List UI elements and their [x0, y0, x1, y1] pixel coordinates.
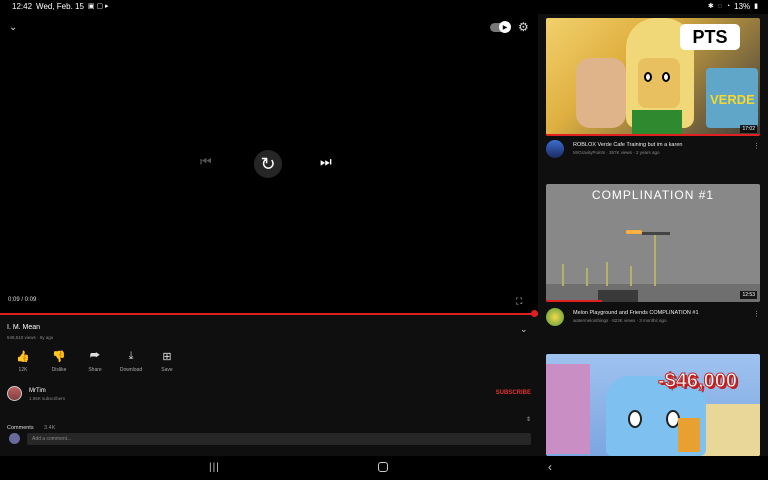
comments-label: Comments: [7, 425, 34, 431]
video-meta: MrGravityPoints · 357K views · 2 years a…: [573, 150, 660, 155]
thumbnail-figure: [562, 264, 564, 286]
user-avatar: [9, 433, 20, 444]
action-label: Dislike: [51, 367, 67, 373]
thumbnail-figure: [654, 234, 656, 286]
system-nav-bar: ||| ‹: [0, 456, 768, 480]
thumbnail-character: [678, 418, 700, 452]
thumbnail-face: [638, 58, 680, 108]
thumbnail-figure: [606, 262, 608, 286]
more-options-icon[interactable]: ⋮: [753, 310, 760, 318]
scrubber-handle[interactable]: [531, 310, 538, 317]
thumbnail-shirt: [632, 110, 682, 136]
thumbnail-pad: [598, 290, 638, 302]
share-icon: ⮫: [89, 350, 101, 362]
bluetooth-icon: ✱: [707, 2, 714, 10]
expand-description-chevron-icon[interactable]: ⌄: [520, 324, 528, 335]
action-label: Download: [119, 367, 143, 373]
action-bar: 👍 12K 👎 Dislike ⮫ Share ⤓ Download ⊞ Save: [5, 350, 185, 373]
action-label: Share: [88, 367, 102, 373]
progress-bar[interactable]: [0, 310, 538, 317]
thumbs-down-button[interactable]: 👎 Dislike: [41, 350, 77, 373]
avatar[interactable]: [7, 386, 22, 401]
thumbnail-hand: [576, 58, 626, 128]
thumbnail-gun: [642, 232, 670, 235]
autoplay-toggle[interactable]: ▶: [490, 21, 511, 33]
mute-icon: ◌: [717, 2, 722, 10]
watched-progress: [546, 300, 602, 302]
thumbnail-eye: [644, 72, 652, 82]
share-button[interactable]: ⮫ Share: [77, 350, 113, 373]
video-title[interactable]: Melon Playground and Friends COMPLINATIO…: [573, 310, 699, 316]
notification-icons: ▣ ▢ ▸: [87, 2, 109, 10]
thumbnail-figure: [586, 268, 588, 286]
channel-avatar[interactable]: [546, 140, 564, 158]
thumbnail-text: -$46,000: [658, 370, 738, 393]
save-icon: ⊞: [162, 351, 172, 363]
duration-badge: 12:53: [740, 291, 757, 299]
channel-row[interactable]: MrTim 1.96K subscribers SUBSCRIBE: [7, 386, 531, 404]
back-icon[interactable]: ‹: [548, 460, 552, 474]
video-info[interactable]: ROBLOX Verde Cafe Training but im a kare…: [546, 140, 760, 160]
expand-icon[interactable]: ⇕: [526, 416, 531, 423]
video-meta: watermelonthings · 823K views · 3 months…: [573, 318, 667, 323]
thumbnail-eye: [662, 72, 670, 82]
comments-count: 3.4K: [44, 425, 56, 431]
replay-icon: ↻: [260, 153, 276, 174]
thumbnail-text: PTS: [680, 24, 740, 50]
previous-icon[interactable]: ⏮: [200, 154, 212, 170]
thumbnail-building: [546, 364, 590, 454]
thumbnail-sign-text: VERDE: [710, 92, 755, 107]
thumbs-up-icon: 👍: [16, 351, 30, 363]
thumbs-up-button[interactable]: 👍 12K: [5, 350, 41, 373]
battery-level: 13%: [734, 2, 751, 11]
video-title[interactable]: I. M. Mean: [7, 324, 40, 331]
thumbs-down-icon: 👎: [52, 351, 66, 363]
timecode: 0:09 / 0:09: [8, 297, 37, 303]
home-icon[interactable]: [378, 462, 388, 472]
thumbnail-figure: [630, 266, 632, 286]
thumbnail-text: COMPLINATION #1: [591, 188, 715, 202]
duration-badge: 17:02: [740, 125, 757, 133]
thumbnail-sign: VERDE: [706, 68, 758, 128]
video-info[interactable]: Melon Playground and Friends COMPLINATIO…: [546, 308, 760, 328]
minimize-chevron-icon[interactable]: ⌄: [9, 22, 17, 33]
play-icon: ▶: [499, 21, 511, 33]
clock: 12:42: [12, 2, 33, 11]
download-icon: ⤓: [128, 350, 134, 362]
save-button[interactable]: ⊞ Save: [149, 350, 185, 373]
comments-header[interactable]: Comments 3.4K ⇕: [7, 416, 531, 431]
replay-button[interactable]: ↻: [254, 150, 282, 178]
action-label: Save: [161, 367, 173, 373]
video-thumbnail[interactable]: PTS VERDE 17:02: [546, 18, 760, 136]
add-comment-row[interactable]: Add a comment...: [7, 432, 531, 446]
battery-icon: ▮: [754, 2, 758, 10]
channel-name[interactable]: MrTim: [29, 388, 46, 394]
wifi-icon: ◔: [725, 2, 731, 10]
video-thumbnail[interactable]: COMPLINATION #1 12:53: [546, 184, 760, 302]
settings-gear-icon[interactable]: ⚙: [518, 20, 529, 34]
recommended-feed[interactable]: PTS VERDE 17:02 ROBLOX Verde Cafe Traini…: [538, 14, 768, 456]
video-meta: 548,510 views · 6y ago: [7, 335, 54, 340]
download-button[interactable]: ⤓ Download: [113, 350, 149, 373]
subscribe-button[interactable]: SUBSCRIBE: [496, 390, 531, 396]
more-options-icon[interactable]: ⋮: [753, 142, 760, 150]
action-label: 12K: [18, 367, 28, 373]
comment-input[interactable]: Add a comment...: [27, 433, 531, 445]
date: Wed, Feb. 15: [36, 2, 84, 11]
thumbnail-eye: [628, 410, 642, 428]
channel-avatar[interactable]: [546, 308, 564, 326]
video-player[interactable]: ⌄ ▶ ⚙ ⏮ ↻ ⏭ 0:09 / 0:09 ⛶: [0, 14, 538, 317]
subscriber-count: 1.96K subscribers: [29, 396, 66, 401]
video-thumbnail[interactable]: -$46,000: [546, 354, 760, 456]
next-icon[interactable]: ⏭: [320, 154, 332, 170]
recents-icon[interactable]: |||: [209, 462, 220, 473]
video-title[interactable]: ROBLOX Verde Cafe Training but im a kare…: [573, 142, 682, 148]
thumbnail-muzzle-flash: [626, 230, 642, 234]
watched-progress: [546, 134, 760, 136]
fullscreen-icon[interactable]: ⛶: [516, 296, 522, 307]
status-bar: 12:42 Wed, Feb. 15 ▣ ▢ ▸ ✱ ◌ ◔ 13% ▮: [0, 0, 768, 14]
